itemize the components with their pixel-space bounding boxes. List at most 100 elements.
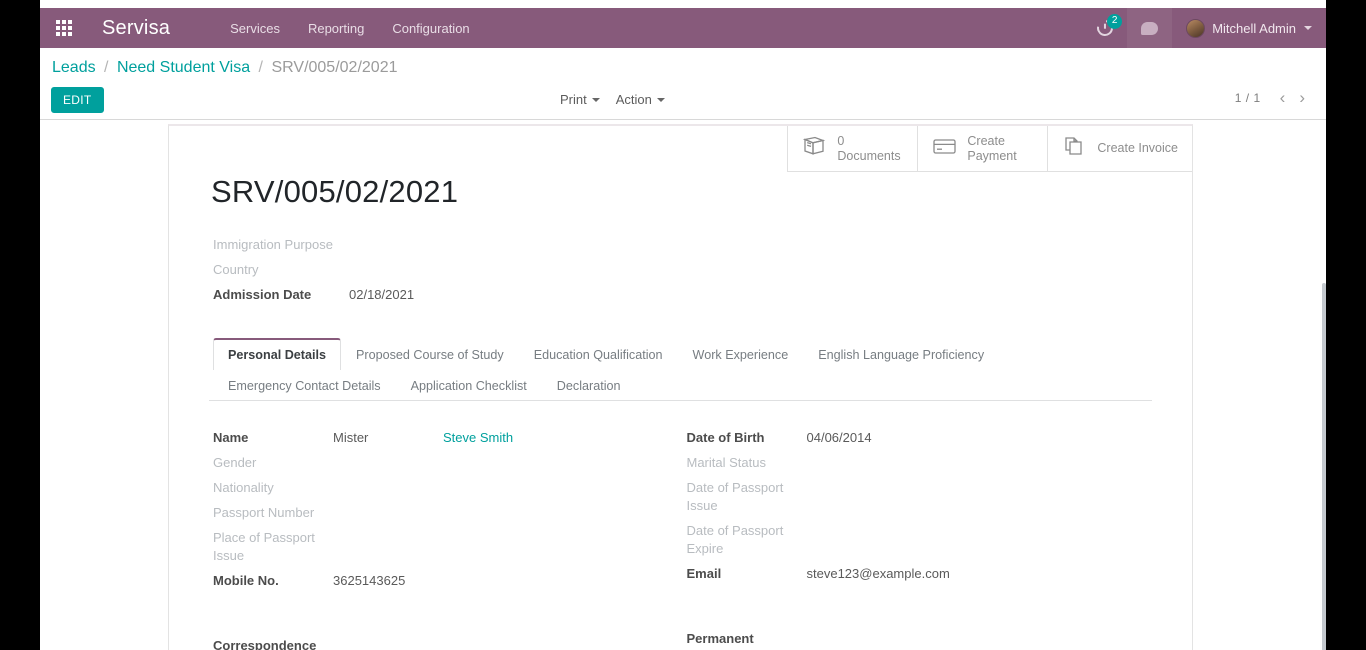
field-label: Place of Passport Issue xyxy=(213,530,315,563)
copy-files-icon xyxy=(1062,136,1088,161)
stat-button-create-payment-text: Create Payment xyxy=(967,134,1016,164)
field-label: Permanent Address xyxy=(686,631,754,650)
create-invoice-label: Create Invoice xyxy=(1097,141,1178,155)
tab-education-qualification[interactable]: Education Qualification xyxy=(519,338,678,370)
field-date-of-passport-expire: Date of Passport Expire xyxy=(687,522,1153,558)
grid-apps-icon xyxy=(56,20,72,36)
field-label: Mobile No. xyxy=(213,573,279,588)
app-screen: Servisa Services Reporting Configuration… xyxy=(40,0,1326,650)
user-menu-button[interactable]: Mitchell Admin xyxy=(1172,8,1326,48)
personal-details-left-column: Name Mister Steve Smith Gender Nationali… xyxy=(209,429,681,650)
create-payment-line2: Payment xyxy=(967,148,1017,163)
control-panel-actions: Print Action xyxy=(552,88,673,111)
documents-count: 0 xyxy=(837,133,845,148)
field-value-partner-link[interactable]: Steve Smith xyxy=(443,429,513,447)
activity-count-badge: 2 xyxy=(1107,14,1123,29)
tab-personal-details[interactable]: Personal Details xyxy=(213,338,341,370)
breadcrumb-separator: / xyxy=(104,59,109,76)
tab-proposed-course-of-study[interactable]: Proposed Course of Study xyxy=(341,338,519,370)
field-place-of-passport-issue: Place of Passport Issue xyxy=(213,529,655,565)
tab-panel-personal-details: Name Mister Steve Smith Gender Nationali… xyxy=(209,401,1152,650)
tab-english-language-proficiency[interactable]: English Language Proficiency xyxy=(803,338,999,370)
breadcrumb-need-student-visa[interactable]: Need Student Visa xyxy=(117,59,250,76)
tab-list: Personal Details Proposed Course of Stud… xyxy=(209,338,1152,401)
field-label: Nationality xyxy=(213,480,274,495)
chevron-down-icon xyxy=(656,97,665,102)
credit-card-icon xyxy=(932,137,958,160)
book-documents-icon xyxy=(802,136,828,161)
tab-work-experience[interactable]: Work Experience xyxy=(678,338,804,370)
menu-item-services[interactable]: Services xyxy=(216,10,294,47)
field-value[interactable]: 3625143625 xyxy=(333,572,405,590)
field-permanent-address: Permanent Address xyxy=(687,630,1153,650)
chevron-down-icon xyxy=(1304,26,1312,30)
breadcrumb-separator-2: / xyxy=(258,59,263,76)
control-panel: Leads / Need Student Visa / SRV/005/02/2… xyxy=(40,48,1326,120)
field-nationality: Nationality xyxy=(213,479,655,497)
field-label: Correspondence Address xyxy=(213,638,317,650)
field-mobile-no: Mobile No. 3625143625 xyxy=(213,572,655,590)
field-date-of-passport-issue: Date of Passport Issue xyxy=(687,479,1153,515)
tab-emergency-contact-details[interactable]: Emergency Contact Details xyxy=(213,369,396,401)
breadcrumb: Leads / Need Student Visa / SRV/005/02/2… xyxy=(52,59,397,77)
menu-item-configuration[interactable]: Configuration xyxy=(378,10,483,47)
chat-bubble-icon xyxy=(1141,21,1159,35)
personal-details-right-column: Date of Birth 04/06/2014 Marital Status … xyxy=(681,429,1153,650)
stat-button-create-invoice-text: Create Invoice xyxy=(1097,141,1178,156)
field-value[interactable]: steve123@example.com xyxy=(807,565,950,583)
tab-declaration[interactable]: Declaration xyxy=(542,369,636,401)
field-label: Date of Passport Expire xyxy=(686,523,784,556)
chevron-down-icon xyxy=(591,97,600,102)
field-correspondence-address: Correspondence Address xyxy=(213,637,655,650)
print-label: Print xyxy=(560,92,587,107)
menu-item-reporting[interactable]: Reporting xyxy=(294,10,378,47)
field-label: Marital Status xyxy=(686,455,766,470)
field-label: Email xyxy=(686,566,722,581)
header-field-group: Immigration Purpose Country Admission Da… xyxy=(213,236,1152,304)
field-label: Immigration Purpose xyxy=(213,237,333,252)
field-country: Country xyxy=(213,261,1152,279)
action-label: Action xyxy=(615,92,652,107)
action-dropdown[interactable]: Action xyxy=(608,88,673,111)
stat-button-documents[interactable]: 0 Documents xyxy=(787,126,918,172)
record-pager: 1 / 1 ‹ › xyxy=(1235,89,1312,106)
form-view-background: 0 Documents Create Payment Create Invoic… xyxy=(40,121,1326,650)
field-date-of-birth: Date of Birth 04/06/2014 xyxy=(687,429,1153,447)
field-admission-date: Admission Date 02/18/2021 xyxy=(213,286,1152,304)
field-label: Date of Passport Issue xyxy=(686,480,784,513)
page-title: SRV/005/02/2021 xyxy=(211,174,459,209)
breadcrumb-leads[interactable]: Leads xyxy=(52,59,96,76)
documents-label: Documents xyxy=(837,148,901,163)
field-gender: Gender xyxy=(213,454,655,472)
notebook: Personal Details Proposed Course of Stud… xyxy=(209,338,1152,650)
field-label: Gender xyxy=(213,455,257,470)
navbar-right: 2 Mitchell Admin xyxy=(1083,8,1326,48)
brand-name[interactable]: Servisa xyxy=(88,17,184,40)
messaging-menu-button[interactable] xyxy=(1127,8,1173,48)
record-sheet: 0 Documents Create Payment Create Invoic… xyxy=(168,124,1193,650)
field-value[interactable]: 02/18/2021 xyxy=(349,286,414,304)
top-navbar: Servisa Services Reporting Configuration… xyxy=(40,8,1326,48)
field-email: Email steve123@example.com xyxy=(687,565,1153,583)
field-marital-status: Marital Status xyxy=(687,454,1153,472)
field-value[interactable]: 04/06/2014 xyxy=(807,429,872,447)
chevron-right-icon[interactable]: › xyxy=(1292,89,1312,106)
field-name: Name Mister Steve Smith xyxy=(213,429,655,447)
field-value-title[interactable]: Mister xyxy=(333,429,443,447)
print-dropdown[interactable]: Print xyxy=(552,88,608,111)
apps-menu-button[interactable] xyxy=(40,8,88,48)
pager-value: 1 / 1 xyxy=(1234,90,1261,105)
stat-button-box: 0 Documents Create Payment Create Invoic… xyxy=(787,126,1192,172)
edit-button[interactable]: EDIT xyxy=(51,87,104,113)
field-label: Name xyxy=(213,430,249,445)
activity-menu-button[interactable]: 2 xyxy=(1083,8,1127,48)
chevron-left-icon[interactable]: ‹ xyxy=(1273,89,1293,106)
stat-button-create-invoice[interactable]: Create Invoice xyxy=(1047,126,1192,172)
vertical-scrollbar[interactable] xyxy=(1322,283,1326,650)
sheet-body: SRV/005/02/2021 Immigration Purpose Coun… xyxy=(169,126,1192,650)
tab-application-checklist[interactable]: Application Checklist xyxy=(396,369,542,401)
stat-button-create-payment[interactable]: Create Payment xyxy=(917,126,1048,172)
field-passport-number: Passport Number xyxy=(213,504,655,522)
